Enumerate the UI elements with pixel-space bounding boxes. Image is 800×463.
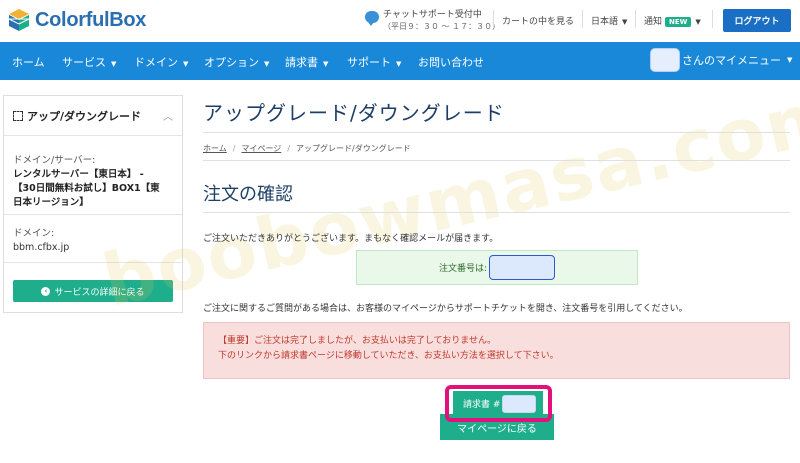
page-title: アップグレード/ダウングレード bbox=[203, 101, 505, 125]
alert-line: 下のリンクから請求書ページに移動していただき、お支払い方法を選択して下さい。 bbox=[218, 351, 559, 361]
new-badge: NEW bbox=[665, 17, 692, 27]
chevron-down-icon: ▼ bbox=[183, 60, 189, 68]
thanks-message: ご注文いただきありがとうございます。まもなく確認メールが届きます。 bbox=[203, 234, 499, 244]
chevron-down-icon: ▼ bbox=[787, 56, 793, 64]
nav-services[interactable]: サービス ▼ bbox=[62, 54, 116, 70]
brand-logo[interactable]: ColorfulBox bbox=[8, 8, 146, 32]
breadcrumb-mypage[interactable]: マイページ bbox=[241, 144, 281, 153]
logo-cube-icon bbox=[8, 8, 30, 32]
notice-label: 通知 bbox=[644, 17, 663, 27]
breadcrumb: ホーム / マイページ / アップグレード/ダウングレード bbox=[203, 144, 411, 153]
order-number-box: 注文番号は: bbox=[356, 250, 638, 285]
alert-line: 【重要】ご注文は完了しましたが、お支払いは完了しておりません。 bbox=[218, 336, 497, 346]
nav-home[interactable]: ホーム bbox=[12, 54, 45, 70]
nav-contact-label: お問い合わせ bbox=[418, 56, 484, 69]
sidebar-header[interactable]: アップ/ダウングレード ︿ bbox=[4, 96, 182, 136]
order-number-label: 注文番号は: bbox=[438, 264, 488, 274]
inquiry-message: ご注文に関するご質問がある場合は、お客様のマイページからサポートチケットを開き、… bbox=[203, 304, 688, 314]
redacted-order-number bbox=[489, 255, 556, 280]
chevron-down-icon: ▼ bbox=[323, 60, 329, 68]
nav-contact[interactable]: お問い合わせ bbox=[418, 54, 484, 70]
language-select[interactable]: 日本語 ▼ bbox=[591, 14, 627, 27]
divider bbox=[635, 10, 636, 28]
nav-options[interactable]: オプション ▼ bbox=[204, 54, 269, 70]
server-value: 日本リージョン】 bbox=[13, 197, 89, 208]
divider bbox=[203, 212, 790, 213]
server-value: レンタルサーバー【東日本】 - bbox=[13, 169, 144, 180]
chevron-down-icon: ▼ bbox=[111, 60, 117, 68]
divider bbox=[203, 160, 790, 161]
chat-support[interactable]: チャットサポート受付中 （平日９：３０ ～ １７：３０） bbox=[365, 10, 500, 32]
breadcrumb-home[interactable]: ホーム bbox=[203, 144, 227, 153]
chevron-down-icon: ▼ bbox=[695, 18, 701, 26]
back-to-service-label: サービスの詳細に戻る bbox=[54, 287, 145, 298]
sidebar-panel: アップ/ダウングレード ︿ ドメイン/サーバー: レンタルサーバー【東日本】 -… bbox=[3, 95, 183, 313]
my-menu[interactable]: さんのマイメニュー ▼ bbox=[650, 48, 792, 72]
main-nav: ホーム サービス ▼ ドメイン ▼ オプション ▼ 請求書 ▼ サポート ▼ お問い合わせ… bbox=[0, 42, 800, 80]
chevron-down-icon: ▼ bbox=[396, 60, 402, 68]
support-title: チャットサポート受付中 bbox=[383, 10, 482, 20]
server-label: ドメイン/サーバー: bbox=[13, 155, 96, 166]
support-hours: （平日９：３０ ～ １７：３０） bbox=[383, 22, 501, 31]
chevron-down-icon: ▼ bbox=[264, 60, 270, 68]
divider bbox=[203, 132, 790, 133]
logout-button[interactable]: ログアウト bbox=[723, 9, 791, 32]
resize-icon bbox=[13, 110, 23, 121]
chat-bubble-icon bbox=[365, 11, 379, 26]
sidebar-server-section: ドメイン/サーバー: レンタルサーバー【東日本】 - 【30日間無料お試し】BO… bbox=[4, 136, 182, 215]
breadcrumb-current: アップグレード/ダウングレード bbox=[296, 144, 411, 153]
nav-services-label: サービス bbox=[62, 56, 106, 69]
nav-options-label: オプション bbox=[204, 56, 259, 69]
section-title: 注文の確認 bbox=[203, 184, 293, 205]
notice-menu[interactable]: 通知 NEW ▼ bbox=[644, 14, 701, 27]
brand-name: ColorfulBox bbox=[35, 8, 147, 31]
nav-home-label: ホーム bbox=[12, 56, 45, 69]
divider bbox=[712, 10, 713, 28]
nav-invoices-label: 請求書 bbox=[285, 56, 318, 69]
chevron-down-icon: ▼ bbox=[622, 18, 628, 26]
nav-support-label: サポート bbox=[347, 56, 391, 69]
nav-invoices[interactable]: 請求書 ▼ bbox=[285, 54, 328, 70]
domain-value: bbm.cfbx.jp bbox=[13, 242, 70, 253]
arrow-left-circle-icon: ‹ bbox=[41, 286, 51, 296]
sidebar-domain-section: ドメイン: bbm.cfbx.jp bbox=[4, 215, 182, 263]
divider bbox=[582, 10, 583, 28]
language-label: 日本語 bbox=[591, 17, 619, 27]
domain-label: ドメイン: bbox=[13, 228, 55, 239]
redacted-username bbox=[650, 48, 680, 72]
back-to-service-button[interactable]: ‹ サービスの詳細に戻る bbox=[13, 280, 173, 302]
nav-domains[interactable]: ドメイン ▼ bbox=[134, 54, 188, 70]
nav-domains-label: ドメイン bbox=[134, 56, 178, 69]
cart-link[interactable]: カートの中を見る bbox=[502, 14, 574, 27]
payment-alert: 【重要】ご注文は完了しましたが、お支払いは完了しておりません。 下のリンクから請… bbox=[203, 322, 790, 379]
invoice-button-label: 請求書 # bbox=[463, 400, 501, 410]
invoice-button[interactable]: 請求書 # bbox=[453, 391, 543, 416]
chevron-up-icon[interactable]: ︿ bbox=[163, 108, 173, 123]
divider bbox=[493, 10, 494, 28]
server-value: 【30日間無料お試し】BOX1【東 bbox=[13, 183, 160, 194]
top-header: ColorfulBox チャットサポート受付中 （平日９：３０ ～ １７：３０）… bbox=[0, 0, 800, 42]
sidebar-title: アップ/ダウングレード bbox=[27, 109, 142, 123]
nav-support[interactable]: サポート ▼ bbox=[347, 54, 401, 70]
redacted-invoice-number bbox=[502, 394, 537, 413]
my-menu-label: さんのマイメニュー bbox=[682, 54, 781, 67]
